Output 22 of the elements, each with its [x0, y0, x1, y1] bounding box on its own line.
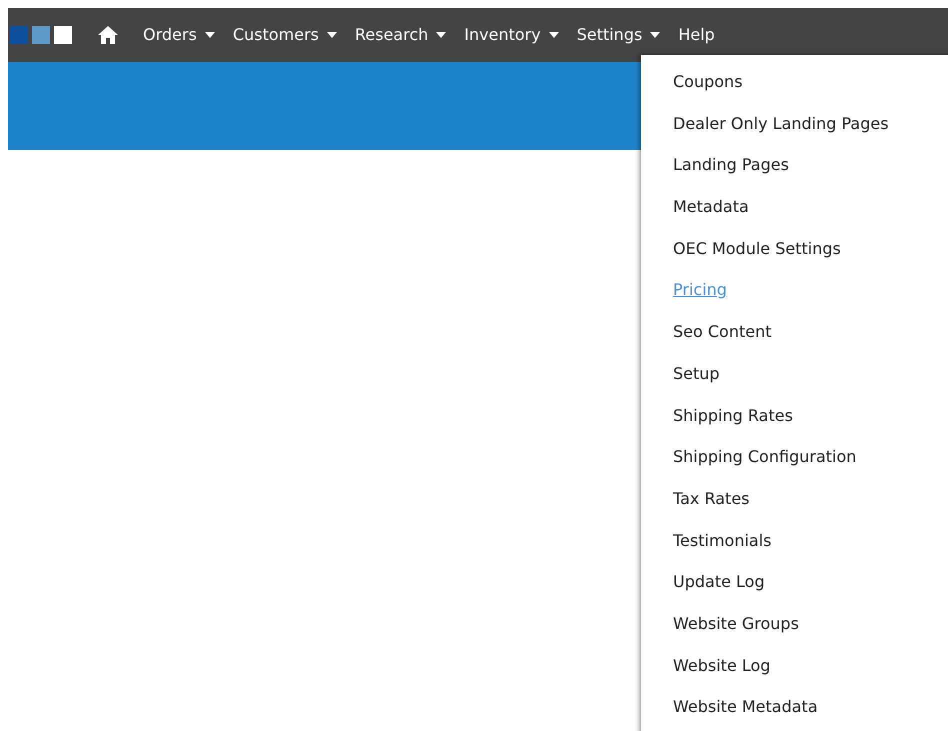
nav-menu-item[interactable]: Help	[669, 15, 724, 55]
dropdown-menu-item[interactable]: OEC Module Settings	[673, 232, 841, 274]
dropdown-menu-item[interactable]: Website Log	[673, 648, 770, 690]
dropdown-menu-item[interactable]: Website Groups	[673, 606, 799, 649]
dropdown-menu-item[interactable]: Metadata	[673, 190, 749, 232]
dropdown-menu-item[interactable]: Testimonials	[673, 524, 772, 566]
dropdown-menu-item[interactable]: Setup	[673, 356, 720, 398]
logo-icon	[10, 26, 74, 44]
dropdown-menu-item[interactable]: Shipping Rates	[673, 398, 793, 440]
nav-menu-item[interactable]: Orders	[134, 15, 224, 55]
dropdown-menu-item[interactable]: Seo Content	[673, 315, 772, 357]
dropdown-menu-item[interactable]: Dealer Only Landing Pages	[673, 106, 889, 148]
dropdown-menu-item[interactable]: Website Metadata	[673, 690, 818, 731]
nav-menu-item[interactable]: Inventory	[455, 15, 568, 55]
nav-menu-item[interactable]: Customers	[224, 15, 346, 55]
dropdown-menu-item[interactable]: Update Log	[673, 565, 765, 607]
nav-menu-item[interactable]: Research	[346, 15, 456, 55]
dropdown-menu-item[interactable]: Tax Rates	[673, 482, 750, 524]
dropdown-menu-item[interactable]: Landing Pages	[673, 148, 789, 190]
dropdown-menu-item[interactable]: Shipping Configuration	[673, 440, 856, 482]
home-icon[interactable]	[98, 26, 118, 44]
dropdown-menu-item[interactable]: Coupons	[673, 65, 743, 107]
